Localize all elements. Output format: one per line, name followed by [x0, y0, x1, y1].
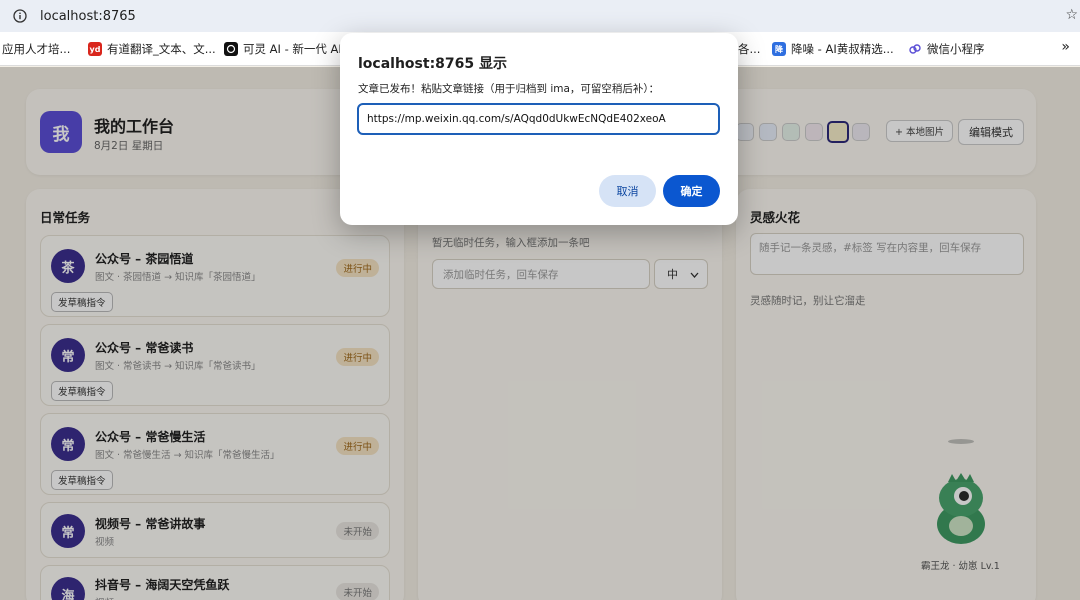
bookmark-item[interactable]: 应用人才培... [2, 41, 70, 57]
bookmark-label: 各... [738, 42, 761, 56]
bookmark-item[interactable]: yd 有道翻译_文本、文... [88, 41, 216, 57]
kling-icon [224, 42, 238, 56]
bookmark-item[interactable]: 各... [738, 41, 760, 57]
bookmark-label: 微信小程序 [927, 42, 985, 56]
bookmark-label: 降噪 - AI黄叔精选... [791, 42, 894, 56]
dialog-message: 文章已发布！粘贴文章链接（用于归档到 ima，可留空稍后补）： [358, 83, 660, 95]
bookmark-label: 可灵 AI - 新一代 AI... [243, 42, 353, 56]
youdao-icon: yd [88, 42, 102, 56]
url-text[interactable]: localhost:8765 [40, 9, 136, 24]
bookmarks-overflow-icon[interactable]: » [1061, 39, 1070, 55]
cancel-button[interactable]: 取消 [599, 175, 656, 207]
bookmark-item[interactable]: 微信小程序 [908, 41, 985, 57]
prompt-dialog: localhost:8765 显示 文章已发布！粘贴文章链接（用于归档到 ima… [340, 33, 738, 225]
bookmark-label: 应用人才培... [2, 42, 71, 56]
bookmark-label: 有道翻译_文本、文... [107, 42, 216, 56]
article-link-input[interactable] [357, 103, 720, 135]
jiangzao-icon: 降 [772, 42, 786, 56]
bookmark-item[interactable]: 可灵 AI - 新一代 AI... [224, 41, 353, 57]
site-info-icon[interactable] [12, 8, 28, 24]
browser-url-bar[interactable]: localhost:8765 ☆ [0, 0, 1080, 32]
ok-button[interactable]: 确定 [663, 175, 720, 207]
miniprogram-icon [908, 42, 922, 56]
bookmark-star-icon[interactable]: ☆ [1065, 7, 1078, 23]
dialog-title: localhost:8765 显示 [358, 56, 508, 72]
bookmark-item[interactable]: 降 降噪 - AI黄叔精选... [772, 41, 894, 57]
